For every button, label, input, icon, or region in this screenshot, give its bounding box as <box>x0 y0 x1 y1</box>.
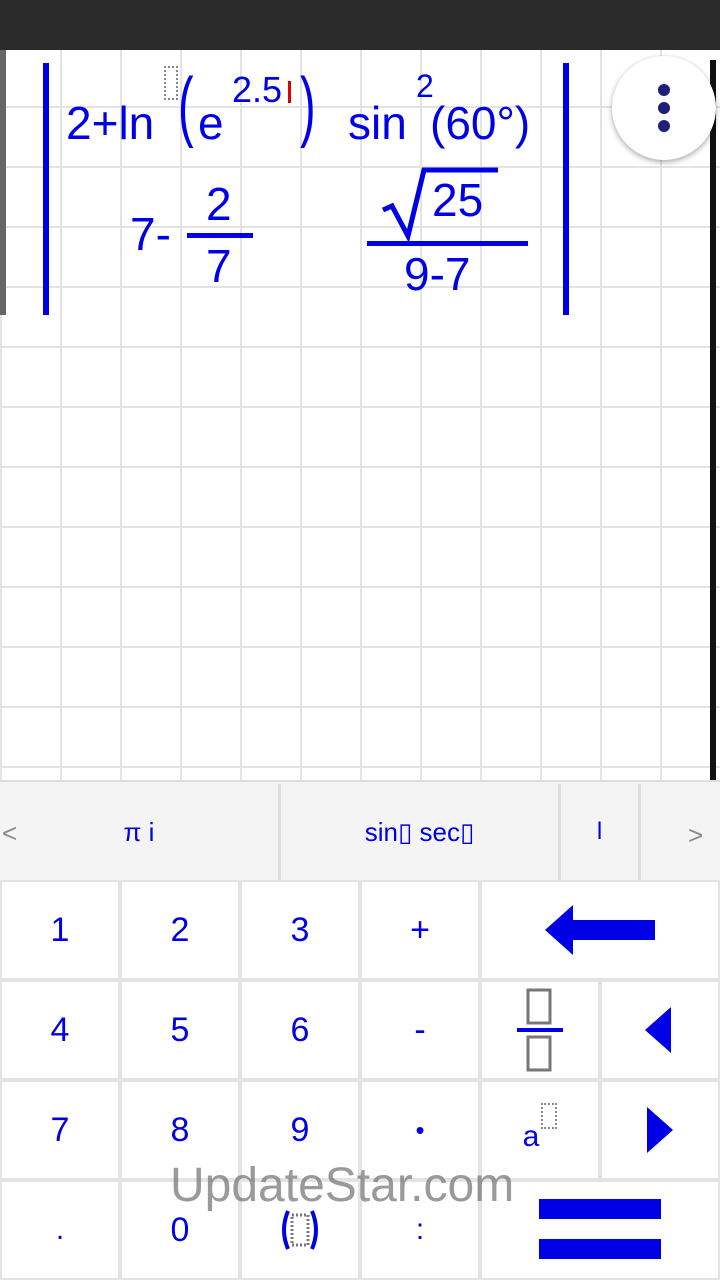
tab-constants[interactable]: π i <box>0 784 281 880</box>
key-6[interactable]: 6 <box>242 982 358 1078</box>
key-5[interactable]: 5 <box>122 982 238 1078</box>
log-base-placeholder[interactable] <box>164 66 178 100</box>
key-minus[interactable]: - <box>362 982 478 1078</box>
key-3[interactable]: 3 <box>242 882 358 978</box>
keypad: 1 2 3 + 4 5 6 - 7 8 9 • a . 0: <box>0 880 720 1280</box>
right-triangle-icon <box>647 1107 673 1153</box>
key-7[interactable]: 7 <box>2 1082 118 1178</box>
fraction-bar <box>187 233 253 238</box>
equals-button[interactable] <box>482 1182 718 1278</box>
scroll-indicator-right <box>710 60 716 780</box>
sin-function[interactable]: sin <box>348 100 407 146</box>
equals-icon <box>539 1199 661 1259</box>
sin-argument[interactable]: (60°) <box>430 100 530 146</box>
overflow-menu-button[interactable] <box>612 56 716 160</box>
tab-logs[interactable]: l <box>561 784 641 880</box>
tab-trig-functions[interactable]: sin▯ sec▯ <box>281 784 561 880</box>
key-plus[interactable]: + <box>362 882 478 978</box>
seven-minus[interactable]: 7- <box>130 211 171 257</box>
backspace-button[interactable] <box>482 882 718 978</box>
cursor-right-button[interactable] <box>602 1082 718 1178</box>
scroll-indicator-left <box>0 50 6 315</box>
determinant-right-bar <box>563 63 569 315</box>
math-canvas[interactable]: 2+ln ( e 2.5 ) sin 2 (60°) 7- 2 7 25 9-7 <box>0 50 720 780</box>
parentheses-placeholder-icon <box>282 1210 318 1250</box>
close-paren: ) <box>300 61 316 149</box>
left-triangle-icon <box>645 1007 671 1053</box>
backspace-arrow-icon <box>545 905 655 955</box>
sqrt-value[interactable]: 25 <box>432 177 483 223</box>
fraction-denominator-2[interactable]: 9-7 <box>404 251 470 297</box>
power-base-label: a <box>522 1120 540 1153</box>
power-placeholder-icon <box>541 1103 558 1129</box>
function-tabs: < π i sin▯ sec▯ l > <box>0 780 720 882</box>
open-paren: ( <box>178 61 194 149</box>
status-bar <box>0 0 720 50</box>
key-period[interactable]: . <box>2 1182 118 1278</box>
exponent-value[interactable]: 2.5 <box>232 72 282 108</box>
ln-expression-lead[interactable]: 2+ln <box>66 100 154 146</box>
key-1[interactable]: 1 <box>2 882 118 978</box>
fraction-icon <box>517 988 563 1072</box>
fraction-key[interactable] <box>482 982 598 1078</box>
determinant-left-bar <box>43 63 49 315</box>
tabs-right-arrow[interactable]: > <box>688 820 703 851</box>
fraction-denominator[interactable]: 7 <box>206 243 232 289</box>
fraction-bar-2 <box>367 241 528 246</box>
e-constant[interactable]: e <box>198 100 224 146</box>
key-2[interactable]: 2 <box>122 882 238 978</box>
key-4[interactable]: 4 <box>2 982 118 1078</box>
watermark-text: UpdateStar.com <box>170 1159 515 1212</box>
text-cursor <box>288 81 291 103</box>
fraction-numerator[interactable]: 2 <box>206 181 232 227</box>
cursor-left-button[interactable] <box>602 982 718 1078</box>
